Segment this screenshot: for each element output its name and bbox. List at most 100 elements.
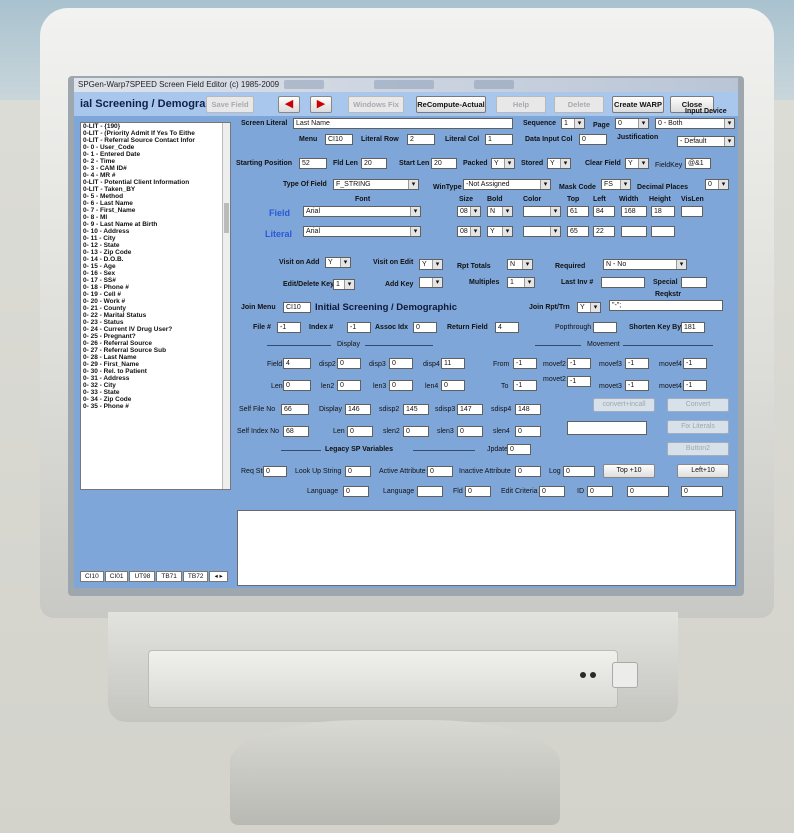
special-input[interactable] (681, 277, 707, 288)
fld-len-input[interactable]: 20 (361, 158, 387, 169)
type-of-field-select[interactable]: F_STRING (333, 179, 419, 190)
movef2-input[interactable]: -1 (567, 358, 591, 369)
inactive-attr-input[interactable]: 0 (515, 466, 541, 477)
power-button[interactable] (612, 662, 638, 688)
list-item[interactable]: 0- 26 - Referral Source (81, 340, 230, 347)
visit-on-edit-select[interactable]: Y (419, 259, 443, 270)
clear-field-select[interactable]: Y (625, 158, 649, 169)
list-item[interactable]: 0-LIT - (Priority Admit If Yes To Eithe (81, 130, 230, 137)
extra2-input[interactable]: 0 (681, 486, 723, 497)
movef3-input[interactable]: -1 (625, 358, 649, 369)
disp3-input[interactable]: 0 (389, 358, 413, 369)
packed-select[interactable]: Y (491, 158, 515, 169)
len5-input[interactable]: 0 (347, 426, 373, 437)
list-item[interactable]: 0- 14 - D.O.B. (81, 256, 230, 263)
popthrough-input[interactable] (593, 322, 617, 333)
list-item[interactable]: 0- 19 - Cell # (81, 291, 230, 298)
edit-delete-key-select[interactable]: 1 (333, 279, 355, 290)
len2-input[interactable]: 0 (337, 380, 361, 391)
list-item[interactable]: 0-LIT - Referral Source Contact Infor (81, 137, 230, 144)
list-item[interactable]: 0- 34 - Zip Code (81, 396, 230, 403)
list-item[interactable]: 0- 30 - Rel. to Patient (81, 368, 230, 375)
scroll-thumb[interactable] (224, 203, 229, 233)
sdisp2-input[interactable]: 145 (403, 404, 429, 415)
list-item[interactable]: 0- 5 - Method (81, 193, 230, 200)
wintype-select[interactable]: -Not Assigned (463, 179, 551, 190)
language2-input[interactable] (417, 486, 443, 497)
reqkstr-input[interactable]: "-"; (609, 300, 723, 311)
to-input[interactable]: -1 (513, 380, 537, 391)
fld-input[interactable]: 0 (465, 486, 491, 497)
field-size-select[interactable]: 08 (457, 206, 481, 217)
len4-input[interactable]: 0 (441, 380, 465, 391)
sequence-select[interactable]: 1 (561, 118, 585, 129)
req-str-input[interactable]: 0 (263, 466, 287, 477)
list-item[interactable]: 0- 4 - MR # (81, 172, 230, 179)
literal-size-select[interactable]: 08 (457, 226, 481, 237)
slen4-input[interactable]: 0 (515, 426, 541, 437)
list-item[interactable]: 0- 1 - Entered Date (81, 151, 230, 158)
left-plus-10-button[interactable]: Left+10 (677, 464, 729, 478)
field-left-input[interactable]: 84 (593, 206, 615, 217)
return-field-input[interactable]: 4 (495, 322, 519, 333)
list-item[interactable]: 0-LIT - Taken_BY (81, 186, 230, 193)
menu-input[interactable]: CI10 (325, 134, 353, 145)
list-item[interactable]: 0- 33 - State (81, 389, 230, 396)
input-device-select[interactable]: 0 - Both (655, 118, 735, 129)
data-input-col-input[interactable]: 0 (579, 134, 607, 145)
list-item[interactable]: 0- 20 - Work # (81, 298, 230, 305)
list-item[interactable]: 0- 11 - City (81, 235, 230, 242)
tab-1[interactable]: CI01 (104, 571, 129, 582)
literal-height-input[interactable] (651, 226, 675, 237)
justification-select[interactable]: - Default (677, 136, 735, 147)
log-input[interactable]: 0 (563, 466, 595, 477)
slen3-input[interactable]: 0 (457, 426, 483, 437)
list-item[interactable]: 0- 17 - SS# (81, 277, 230, 284)
list-item[interactable]: 0- 27 - Referral Source Sub (81, 347, 230, 354)
movef4-input[interactable]: -1 (683, 358, 707, 369)
top-plus-10-button[interactable]: Top +10 (603, 464, 655, 478)
len3-input[interactable]: 0 (389, 380, 413, 391)
list-item[interactable]: 0- 6 - Last Name (81, 200, 230, 207)
shorten-key-input[interactable]: 181 (681, 322, 705, 333)
page-select[interactable]: 0 (615, 118, 649, 129)
self-index-input[interactable]: 68 (283, 426, 309, 437)
literal-font-select[interactable]: Arial (303, 226, 421, 237)
list-item[interactable]: 0- 13 - Zip Code (81, 249, 230, 256)
list-item[interactable]: 0-LIT - Potential Client Information (81, 179, 230, 186)
movet2-input[interactable]: -1 (567, 376, 591, 387)
literal-bold-select[interactable]: Y (487, 226, 513, 237)
list-item[interactable]: 0- 25 - Pregnant? (81, 333, 230, 340)
extra1-input[interactable]: 0 (627, 486, 669, 497)
rpt-totals-select[interactable]: N (507, 259, 533, 270)
join-menu-input[interactable]: CI10 (283, 302, 311, 313)
tab-5[interactable]: ◂ ▸ (209, 571, 228, 582)
list-item[interactable]: 0- 9 - Last Name at Birth (81, 221, 230, 228)
tab-0[interactable]: CI10 (80, 571, 104, 582)
list-item[interactable]: 0- 29 - First_Name (81, 361, 230, 368)
list-item[interactable]: 0- 0 - User_Code (81, 144, 230, 151)
list-item[interactable]: 0- 22 - Marital Status (81, 312, 230, 319)
list-item[interactable]: 0- 12 - State (81, 242, 230, 249)
list-item[interactable]: 0- 21 - County (81, 305, 230, 312)
decimal-places-select[interactable]: 0 (705, 179, 729, 190)
jupdate-input[interactable]: 0 (507, 444, 531, 455)
file-input[interactable]: -1 (277, 322, 301, 333)
movet4-input[interactable]: -1 (683, 380, 707, 391)
add-key-select[interactable] (419, 277, 443, 288)
tab-4[interactable]: TB72 (182, 571, 209, 582)
field-top-input[interactable]: 61 (567, 206, 589, 217)
convert-button[interactable]: Convert (667, 398, 729, 412)
starting-position-input[interactable]: 52 (299, 158, 327, 169)
literal-row-input[interactable]: 2 (407, 134, 435, 145)
list-item[interactable]: 0- 18 - Phone # (81, 284, 230, 291)
visit-on-add-select[interactable]: Y (325, 257, 351, 268)
field-vislen-input[interactable] (681, 206, 703, 217)
index-input[interactable]: -1 (347, 322, 371, 333)
from-input[interactable]: -1 (513, 358, 537, 369)
join-rpt-select[interactable]: Y (577, 302, 601, 313)
sdisp4-input[interactable]: 148 (515, 404, 541, 415)
active-attr-input[interactable]: 0 (427, 466, 453, 477)
literal-width-input[interactable] (621, 226, 647, 237)
literal-col-input[interactable]: 1 (485, 134, 513, 145)
